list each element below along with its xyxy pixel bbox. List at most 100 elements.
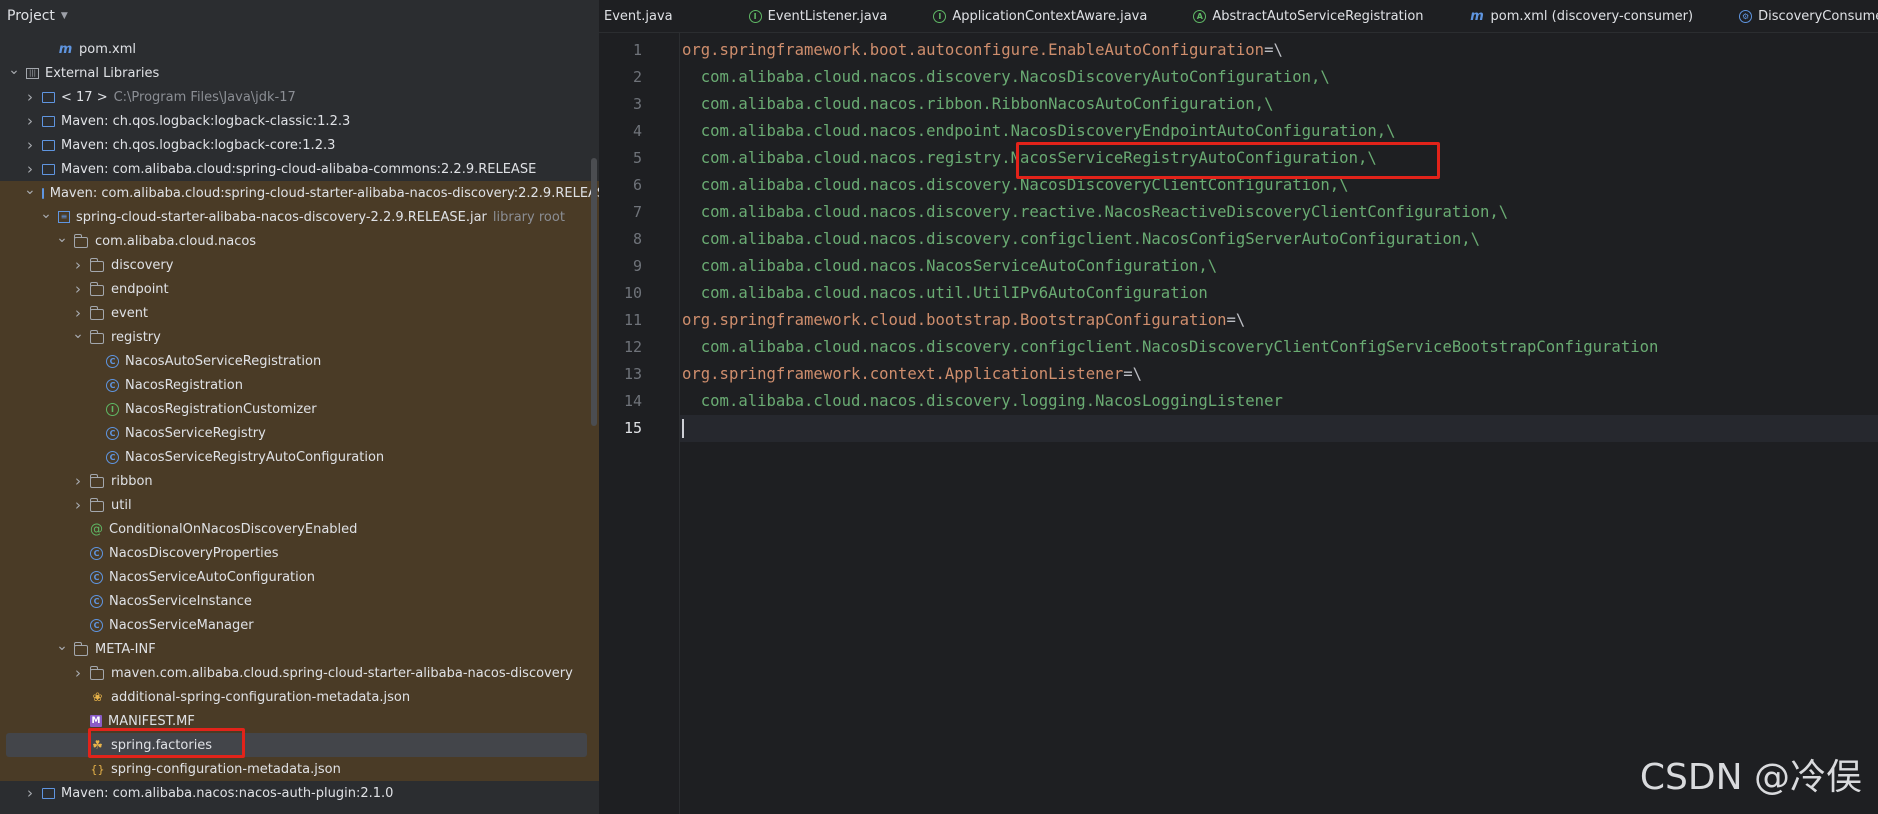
tree-item[interactable]: ⌄ ||| External Libraries [0,61,599,85]
chevron-down-icon[interactable]: ⌄ [56,230,68,246]
editor-tab[interactable]: A AbstractAutoServiceRegistration [1193,0,1435,32]
chevron-right-icon[interactable]: › [72,256,84,274]
tree-item[interactable]: ›CNacosServiceManager [0,613,599,637]
tree-item[interactable]: › ribbon [0,469,599,493]
chevron-right-icon[interactable]: › [72,280,84,298]
tree-item[interactable]: ⌄ Maven: com.alibaba.cloud:spring-cloud-s… [0,181,599,205]
tree-item[interactable]: ›❀additional-spring-configuration-metada… [0,685,599,709]
chevron-down-icon[interactable]: ⌄ [24,182,36,198]
tree-item[interactable]: ›MMANIFEST.MF [0,709,599,733]
chevron-right-icon[interactable]: › [24,88,36,106]
project-scrollbar[interactable] [591,158,597,426]
code-area[interactable]: org.springframework.boot.autoconfigure.E… [680,37,1878,442]
code-token-val: com.alibaba.cloud.nacos.registry.NacosSe… [682,149,1377,167]
editor-tab[interactable]: I ApplicationContextAware.java [933,0,1159,32]
tree-item[interactable]: ›{}spring-configuration-metadata.json [0,757,599,781]
code-line[interactable]: com.alibaba.cloud.nacos.discovery.loggin… [680,388,1878,415]
tree-item[interactable]: ›CNacosServiceRegistry [0,421,599,445]
tree-item[interactable]: ›CNacosServiceAutoConfiguration [0,565,599,589]
chevron-right-icon[interactable]: › [24,112,36,130]
code-token-op: =\ [1123,365,1143,383]
editor-tab[interactable]: Event.java [599,0,715,32]
abstract-class-icon: A [1193,9,1207,23]
code-line[interactable]: com.alibaba.cloud.nacos.discovery.config… [680,334,1878,361]
code-line[interactable]: com.alibaba.cloud.nacos.NacosServiceAuto… [680,253,1878,280]
editor-tab-label: pom.xml (discovery-consumer) [1490,8,1694,24]
code-line[interactable]: com.alibaba.cloud.nacos.discovery.config… [680,226,1878,253]
tree-item-label: maven.com.alibaba.cloud.spring-cloud-sta… [111,665,573,681]
code-line[interactable]: com.alibaba.cloud.nacos.endpoint.NacosDi… [680,118,1878,145]
chevron-down-icon[interactable]: ⌄ [72,326,84,342]
code-line[interactable]: com.alibaba.cloud.nacos.discovery.reacti… [680,199,1878,226]
tree-item[interactable]: ›INacosRegistrationCustomizer [0,397,599,421]
tree-item-label: endpoint [111,281,169,297]
tree-item[interactable]: › event [0,301,599,325]
editor-tab[interactable]: m pom.xml (discovery-consumer) [1470,0,1706,32]
tree-item[interactable]: › endpoint [0,277,599,301]
tree-item[interactable]: › < 17 > C:\Program Files\Java\jdk-17 [0,85,599,109]
tree-item[interactable]: › Maven: com.alibaba.nacos:nacos-auth-plu… [0,781,599,805]
tree-item[interactable]: › Maven: com.alibaba.cloud:spring-cloud-a… [0,157,599,181]
tree-item[interactable]: ›CNacosAutoServiceRegistration [0,349,599,373]
editor-tab[interactable]: ⚙ DiscoveryConsumerApplication [1739,0,1878,32]
code-line[interactable]: org.springframework.boot.autoconfigure.E… [680,37,1878,64]
tree-item[interactable]: ⌄ META-INF [0,637,599,661]
text-caret [682,419,684,438]
library-icon: ||| [26,67,39,79]
chevron-right-icon[interactable]: › [72,472,84,490]
chevron-down-icon[interactable]: ▼ [61,11,68,21]
code-line[interactable]: com.alibaba.cloud.nacos.discovery.NacosD… [680,172,1878,199]
code-line[interactable]: com.alibaba.cloud.nacos.discovery.NacosD… [680,64,1878,91]
tree-item[interactable]: ›CNacosServiceInstance [0,589,599,613]
project-panel-header[interactable]: Project ▼ [0,0,599,32]
chevron-down-icon[interactable]: ⌄ [40,206,52,222]
code-line[interactable]: org.springframework.cloud.bootstrap.Boot… [680,307,1878,334]
chevron-right-icon[interactable]: › [72,304,84,322]
tree-item[interactable]: › Maven: ch.qos.logback:logback-classic:1… [0,109,599,133]
chevron-right-icon[interactable]: › [24,784,36,802]
class-icon: C [106,354,119,368]
code-token-op: =\ [1264,41,1283,59]
line-number: 11 [623,311,642,329]
tree-item[interactable]: › Maven: ch.qos.logback:logback-core:1.2.… [0,133,599,157]
maven-library-icon [41,187,44,199]
tree-item-label: NacosServiceManager [109,617,254,633]
chevron-right-icon[interactable]: › [24,136,36,154]
folder-icon [89,281,104,296]
code-line[interactable] [680,415,1878,442]
chevron-right-icon[interactable]: › [24,160,36,178]
tree-item[interactable]: ›mpom.xml [0,37,599,61]
tree-item-label: External Libraries [45,65,160,81]
interface-icon: I [748,9,762,23]
chevron-right-icon[interactable]: › [72,664,84,682]
tree-item[interactable]: › discovery [0,253,599,277]
tree-item[interactable]: ›@ConditionalOnNacosDiscoveryEnabled [0,517,599,541]
tree-item-label: registry [111,329,161,345]
chevron-right-icon[interactable]: › [72,496,84,514]
folder-icon [89,473,104,488]
editor-tab[interactable]: I EventListener.java [748,0,900,32]
tree-item[interactable]: ›☘spring.factories [0,733,599,757]
tree-item[interactable]: ⌄ registry [0,325,599,349]
code-line[interactable]: org.springframework.context.ApplicationL… [680,361,1878,388]
code-line[interactable]: com.alibaba.cloud.nacos.util.UtilIPv6Aut… [680,280,1878,307]
code-line[interactable]: com.alibaba.cloud.nacos.registry.NacosSe… [680,145,1878,172]
line-number-gutter: 1 2 3 4 5 6 7 8 9 10 11 12 13 14 15 [599,37,679,442]
tree-item[interactable]: › util [0,493,599,517]
code-line[interactable]: com.alibaba.cloud.nacos.ribbon.RibbonNac… [680,91,1878,118]
project-panel: Project ▼ › m pom.xml ⌄ ||| External Librarie… [0,0,599,814]
tree-item[interactable]: ›CNacosServiceRegistryAutoConfiguration [0,445,599,469]
tree-item-label: META-INF [95,641,156,657]
chevron-down-icon[interactable]: ⌄ [56,638,68,654]
code-token-key: org.springframework.boot.autoconfigure.E… [682,41,1265,59]
class-icon: C [106,426,119,440]
tree-item-label: pom.xml [79,41,136,57]
tree-item[interactable]: ⌄ com.alibaba.cloud.nacos [0,229,599,253]
tree-item[interactable]: ›CNacosDiscoveryProperties [0,541,599,565]
json-icon: {} [90,762,105,776]
tree-item[interactable]: › maven.com.alibaba.cloud.spring-cloud-st… [0,661,599,685]
tree-item[interactable]: ⌄ ≡ spring-cloud-starter-alibaba-nacos-dis… [0,205,599,229]
folder-icon [89,665,104,680]
chevron-down-icon[interactable]: ⌄ [8,62,20,78]
tree-item[interactable]: ›CNacosRegistration [0,373,599,397]
